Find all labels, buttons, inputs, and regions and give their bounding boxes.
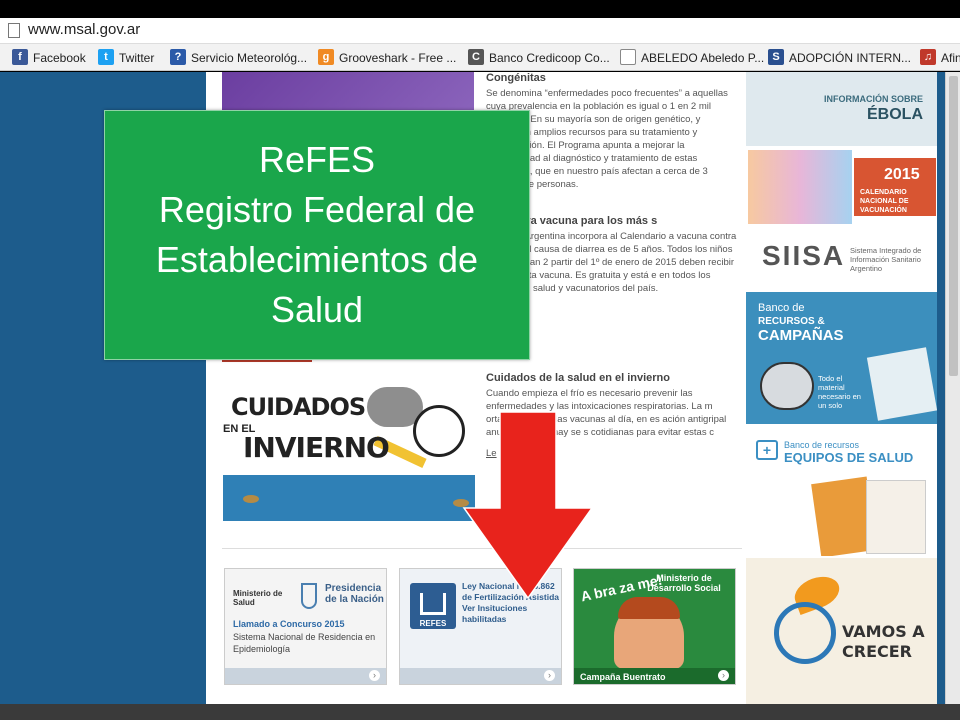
- congenital-image[interactable]: [222, 72, 474, 112]
- banner-resources-campaigns[interactable]: Banco de RECURSOS & CAMPAÑAS Todo el mat…: [746, 292, 937, 424]
- siisa-subtitle: Sistema Integrado de Información Sanitar…: [850, 246, 922, 273]
- book-image: [866, 347, 937, 421]
- character-face: [413, 405, 465, 457]
- banner-description: Todo el material necesario en un solo: [818, 374, 861, 410]
- child-hair: [618, 597, 680, 619]
- refes-callout: ReFES Registro Federal de Establecimient…: [104, 110, 530, 360]
- callout-line-3: Establecimientos de: [155, 239, 479, 280]
- bookmark-item[interactable]: ♫ Afin: [920, 49, 960, 67]
- bookmark-item[interactable]: g Grooveshark - Free ...: [318, 49, 456, 67]
- chevron-right-icon[interactable]: ›: [718, 670, 729, 681]
- bookmark-label: Twitter: [119, 51, 155, 65]
- right-sidebar: INFORMACIÓN SOBRE ÉBOLA 2015 CALENDARIO …: [746, 72, 937, 704]
- banner-health-teams[interactable]: + Banco de recursos EQUIPOS DE SALUD: [746, 428, 937, 556]
- refes-logo-label: REFES: [419, 619, 447, 628]
- music-icon: ♫: [920, 49, 936, 65]
- arrow-shape: [462, 411, 594, 600]
- circle-icon: [774, 602, 836, 664]
- book-image: [866, 480, 926, 554]
- url-text[interactable]: www.msal.gov.ar: [28, 21, 140, 38]
- callout-line-1: ReFES: [258, 139, 376, 180]
- building-icon: [420, 593, 446, 615]
- card-footer: [400, 668, 561, 684]
- bookmark-label: ABELEDO Abeledo P...: [641, 51, 765, 65]
- leaf-icon: [243, 495, 259, 503]
- banner-vaccination-calendar[interactable]: 2015 CALENDARIO NACIONAL DE VACUNACIÓN: [746, 148, 937, 226]
- plus-icon: +: [756, 440, 778, 460]
- s-icon: S: [768, 49, 784, 65]
- chevron-right-icon[interactable]: ›: [369, 670, 380, 681]
- news-title[interactable]: Congénitas: [486, 72, 741, 85]
- grooveshark-icon: g: [318, 49, 334, 65]
- art-band: [223, 475, 475, 521]
- bookmark-label: Grooveshark - Free ...: [339, 51, 457, 65]
- siisa-logo: SIISA: [762, 240, 846, 271]
- banner-title: ÉBOLA: [867, 106, 923, 123]
- art-title-1: CUIDADOS: [231, 393, 366, 421]
- vertical-scrollbar[interactable]: [945, 72, 960, 704]
- illustration-people: [748, 150, 852, 224]
- bookmark-label: Servicio Meteorológ...: [191, 51, 308, 65]
- banner-line-2: RECURSOS &: [758, 316, 825, 327]
- banner-vamos-a-crecer[interactable]: VAMOS A CRECER: [746, 558, 937, 704]
- bookmark-item[interactable]: S ADOPCIÓN INTERN...: [768, 49, 911, 67]
- facebook-icon: f: [12, 49, 28, 65]
- shield-icon: [301, 583, 317, 609]
- news-title[interactable]: Cuidados de la salud en el invierno: [486, 372, 741, 385]
- bookmark-item[interactable]: ABELEDO Abeledo P...: [620, 49, 764, 67]
- bookmark-label: Facebook: [33, 51, 86, 65]
- bookmark-item[interactable]: C Banco Credicoop Co...: [468, 49, 610, 67]
- page-icon: [620, 49, 636, 65]
- banner-subtitle: INFORMACIÓN SOBRE: [824, 94, 923, 104]
- bottom-bar: [0, 704, 960, 720]
- banner-line-2: EQUIPOS DE SALUD: [784, 450, 914, 465]
- page-icon: [8, 23, 20, 38]
- bookmark-item[interactable]: t Twitter: [98, 49, 154, 67]
- winter-care-image[interactable]: CUIDADOS EN EL INVIERNO: [223, 377, 475, 521]
- calendar-label: CALENDARIO NACIONAL DE VACUNACIÓN: [860, 189, 909, 214]
- banner-line-1: Banco de: [758, 302, 805, 314]
- banner-title: VAMOS A CRECER: [842, 622, 925, 661]
- banner-ebola[interactable]: INFORMACIÓN SOBRE ÉBOLA: [746, 72, 937, 146]
- down-arrow-icon: [462, 411, 594, 600]
- card-text: Sistema Nacional de Residencia en Epidem…: [233, 632, 376, 654]
- bookmark-label: Afin: [941, 51, 960, 65]
- card-footer-text: Campaña Buentrato: [580, 672, 666, 682]
- callout-line-2: Registro Federal de: [158, 189, 476, 230]
- calendar-badge: 2015 CALENDARIO NACIONAL DE VACUNACIÓN: [854, 158, 936, 216]
- chevron-right-icon[interactable]: ›: [544, 670, 555, 681]
- bookmarks-bar: f Facebook t Twitter? Servicio Meteorológ...…: [0, 44, 960, 71]
- banner-line-1: Banco de recursos: [784, 440, 860, 450]
- bookmark-label: Banco Credicoop Co...: [489, 51, 610, 65]
- address-bar[interactable]: www.msal.gov.ar: [0, 18, 960, 44]
- bookmark-item[interactable]: ? Servicio Meteorológ...: [170, 49, 307, 67]
- card-residency[interactable]: Ministerio de Salud Presidencia de la Na…: [224, 568, 387, 685]
- refes-logo: REFES: [410, 583, 456, 629]
- weather-icon: ?: [170, 49, 186, 65]
- card-footer: [225, 668, 386, 684]
- callout-line-4: Salud: [270, 289, 364, 330]
- bookmark-label: ADOPCIÓN INTERN...: [789, 51, 912, 65]
- art-title-3: INVIERNO: [243, 431, 390, 464]
- calendar-year: 2015: [884, 166, 920, 183]
- card-title: Llamado a Concurso 2015: [233, 619, 345, 629]
- banner-siisa[interactable]: SIISA Sistema Integrado de Información S…: [746, 230, 937, 288]
- bookmark-item[interactable]: f Facebook: [12, 49, 86, 67]
- bank-icon: C: [468, 49, 484, 65]
- ministry-logo-text: Ministerio de Salud: [233, 589, 283, 607]
- mouse-icon: [760, 362, 814, 410]
- presidency-logo-text: Presidencia de la Nación: [325, 583, 384, 605]
- card-buentrato[interactable]: Ministerio de Desarrollo Social A bra za…: [573, 568, 736, 685]
- scrollbar-thumb[interactable]: [949, 76, 958, 376]
- banner-line-3: CAMPAÑAS: [758, 327, 844, 344]
- twitter-icon: t: [98, 49, 114, 65]
